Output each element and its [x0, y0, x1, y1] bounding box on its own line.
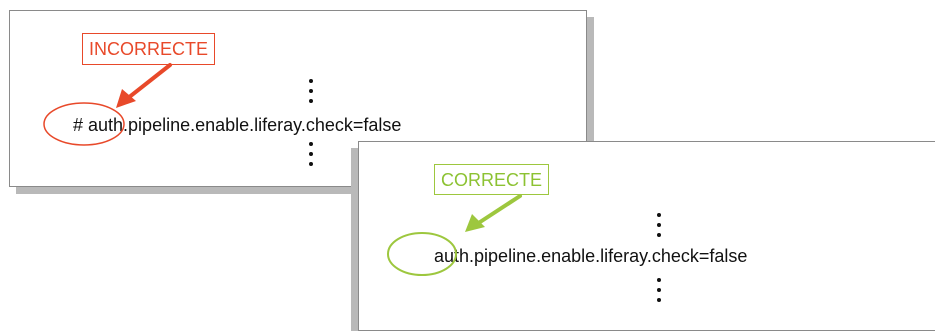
ellipsis-below-icon	[657, 278, 661, 308]
incorrect-label: INCORRECTE	[82, 33, 216, 65]
incorrect-code-line: # auth.pipeline.enable.liferay.check=fal…	[73, 115, 402, 135]
correct-label: CORRECTE	[434, 164, 550, 195]
ellipsis-above-icon	[657, 213, 661, 243]
ellipsis-below-icon	[309, 142, 313, 172]
correct-code-line: auth.pipeline.enable.liferay.check=false	[434, 246, 748, 266]
correct-example-panel: CORRECTE auth.pipeline.enable.liferay.ch…	[358, 141, 935, 331]
ellipsis-above-icon	[309, 79, 313, 109]
